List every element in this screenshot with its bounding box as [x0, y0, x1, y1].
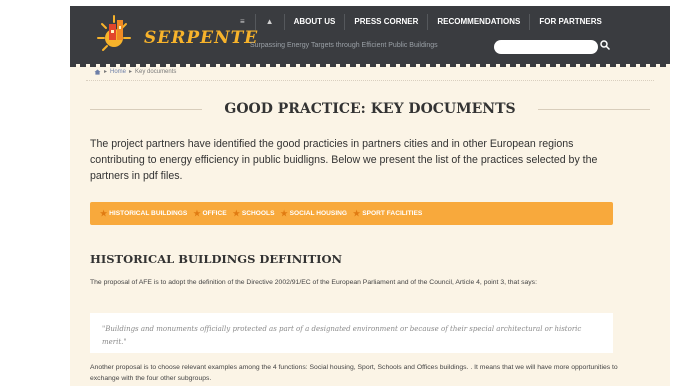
title-rule-right [537, 108, 650, 110]
intro-paragraph: The project partners have identified the… [90, 138, 598, 182]
category-label: HISTORICAL BUILDINGS [109, 210, 188, 217]
home-nav-icon[interactable]: ≡ [230, 14, 255, 30]
category-schools[interactable]: ★ SCHOOLS [233, 209, 275, 218]
breadcrumb-separator-icon: ▸ [104, 69, 108, 75]
star-icon: ★ [100, 209, 108, 218]
sun-house-logo-icon [97, 15, 131, 51]
nav-recommendations[interactable]: RECOMMENDATIONS [427, 14, 529, 30]
category-label: SPORT FACILITIES [362, 210, 423, 217]
quote-text: "Buildings and monuments officially prot… [102, 325, 582, 346]
star-icon: ★ [280, 209, 288, 218]
up-nav-icon[interactable]: ▲ [254, 14, 284, 30]
category-label: OFFICE [202, 210, 227, 217]
category-social-housing[interactable]: ★ SOCIAL HOUSING [280, 209, 347, 218]
search-icon[interactable] [599, 39, 611, 51]
category-bar: ★ HISTORICAL BUILDINGS ★ OFFICE ★ SCHOOL… [90, 202, 613, 225]
tagline: Surpassing Energy Targets through Effici… [250, 42, 438, 49]
category-label: SCHOOLS [241, 210, 275, 217]
breadcrumb-current: Key documents [135, 68, 177, 75]
site-header: SERPENTE ≡ ▲ ABOUT US PRESS CORNER RECOM… [70, 6, 670, 67]
category-label: SOCIAL HOUSING [289, 210, 348, 217]
divider [86, 80, 654, 82]
title-rule-left [90, 108, 203, 110]
nav-for-partners[interactable]: FOR PARTNERS [529, 14, 611, 30]
category-historical-buildings[interactable]: ★ HISTORICAL BUILDINGS [100, 209, 187, 218]
page-title: GOOD PRACTICE: KEY DOCUMENTS [224, 101, 516, 117]
logo[interactable]: SERPENTE [92, 12, 257, 58]
breadcrumb-separator-icon: ▸ [129, 69, 133, 75]
page: SERPENTE ≡ ▲ ABOUT US PRESS CORNER RECOM… [70, 6, 670, 386]
paragraph-afe-proposal: The proposal of AFE is to adopt the defi… [90, 279, 537, 286]
paragraph-other-proposal: Another proposal is to choose relevant e… [90, 364, 618, 382]
title-row: GOOD PRACTICE: KEY DOCUMENTS [90, 99, 650, 119]
main-nav: ≡ ▲ ABOUT US PRESS CORNER RECOMMENDATION… [230, 12, 611, 32]
nav-about-us[interactable]: ABOUT US [283, 14, 345, 30]
category-sport-facilities[interactable]: ★ SPORT FACILITIES [353, 209, 422, 218]
star-icon: ★ [353, 209, 361, 218]
nav-press-corner[interactable]: PRESS CORNER [344, 14, 427, 30]
star-icon: ★ [193, 209, 201, 218]
search-input[interactable] [494, 40, 598, 54]
breadcrumb: ▸ Home ▸ Key documents [94, 68, 176, 75]
home-icon[interactable] [94, 69, 101, 75]
section-title: HISTORICAL BUILDINGS DEFINITION [90, 252, 343, 266]
star-icon: ★ [232, 209, 240, 218]
breadcrumb-home-link[interactable]: Home [110, 69, 126, 75]
category-office[interactable]: ★ OFFICE [193, 209, 226, 218]
quote-box: "Buildings and monuments officially prot… [90, 313, 613, 353]
